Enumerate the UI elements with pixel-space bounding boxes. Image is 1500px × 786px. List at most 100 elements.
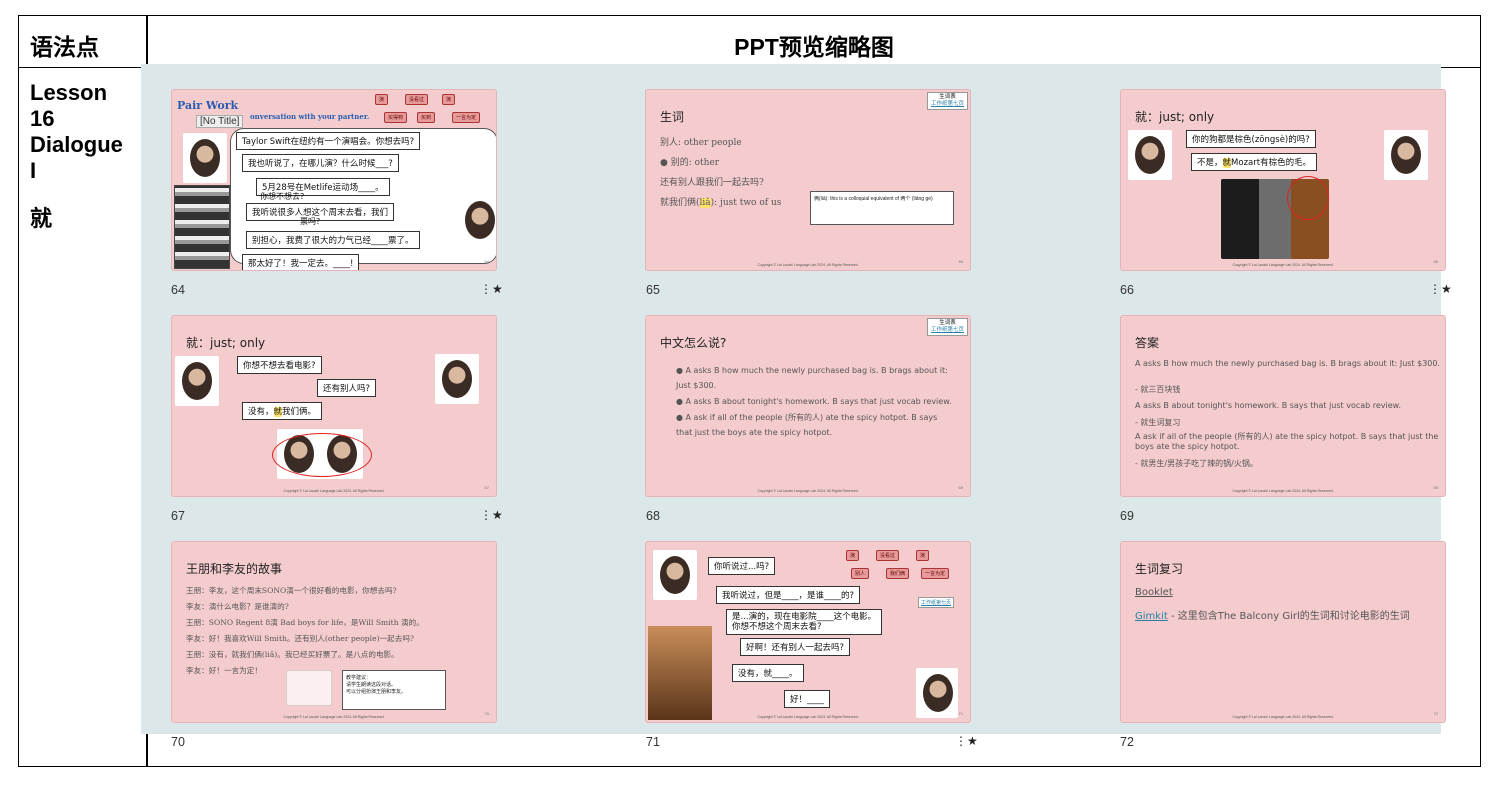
slide-thumbnail-70[interactable]: 王朋和李友的故事 王朋：李友，这个周末SONO演一个很好看的电影，你想去吗? 李… [171, 541, 497, 723]
slide-thumbnail-69[interactable]: 答案 A asks B how much the newly purchased… [1120, 315, 1446, 497]
star-icon[interactable]: ⋮★ [955, 734, 978, 748]
bullet-text: A ask if all of the people (所有的人) ate th… [676, 413, 938, 437]
gimkit-line: Gimkit - 这里包含The Balcony Girl的生词和讨论电影的生词 [1135, 607, 1410, 622]
concert-poster-image [174, 185, 230, 269]
slide-caption-number: 65 [646, 283, 660, 297]
worksheet-link[interactable]: 工作纸第七页 [931, 327, 964, 334]
slide-caption-number: 69 [1120, 509, 1134, 523]
slide-footer: Copyright © Lai Laoshi Language Lab 2024… [1232, 489, 1334, 493]
worksheet-link[interactable]: 工作纸第七页 [918, 597, 955, 608]
worksheet-link-text[interactable]: 工作纸第七页 [921, 600, 951, 606]
note-line: 可以分组扮演王朋和李友。 [346, 689, 407, 695]
answer-line: - 就三百块钱 [1135, 385, 1181, 394]
slide-thumbnail-67[interactable]: 就：just; only 你想不想去看电影? 还有别人吗? 没有，就我们俩。 C… [171, 315, 497, 497]
slide-number: 64 [484, 259, 489, 264]
answer-line: - 就男生/男孩子吃了辣的锅/火锅。 [1135, 459, 1258, 468]
word-button[interactable]: 演 [375, 94, 389, 105]
word-button[interactable]: 买到 [417, 112, 436, 123]
dialogue-bubble: 我也听说了，在哪儿演？什么时候___? [242, 154, 399, 172]
dialogue-bubble: Taylor Swift在纽约有一个演唱会。你想去吗? [236, 132, 421, 150]
word-button[interactable]: 我们俩 [886, 568, 910, 579]
dialogue-bubble: 我听说过，但是____，是谁____的? [716, 586, 861, 604]
note-box: 俩(liǎ): this is a colloquial equivalent … [810, 191, 954, 225]
word-button[interactable]: 演 [846, 550, 860, 561]
slide-subtitle: onversation with your partner. [250, 112, 370, 121]
slide-title: 生词 [660, 110, 685, 124]
dialogue-bubble: 你想不想去看电影? [237, 356, 322, 374]
avatar [435, 354, 479, 404]
slide-thumbnail-65[interactable]: 生词 生词表 工作纸第七页 别人: other people ● 别的: oth… [645, 89, 971, 271]
slide-footer: Copyright © Lai Laoshi Language Lab 2024… [283, 489, 385, 493]
slide-thumbnail-66[interactable]: 就：just; only 你的狗都是棕色(zōngsè)的吗? 不是，就Moza… [1120, 89, 1446, 271]
tag-line: 生词表 [939, 94, 956, 100]
dialogue-bubble: 你听说过...吗? [708, 557, 776, 575]
slide-thumbnail-71[interactable]: 演 没看过 演 别人 我们俩 一言为定 工作纸第七页 你听说过...吗? 我听说… [645, 541, 971, 723]
star-icon[interactable]: ⋮★ [480, 508, 503, 522]
vocab-line-text: 别的: other [670, 158, 720, 168]
gimkit-description: - 这里包含The Balcony Girl的生词和讨论电影的生词 [1167, 611, 1410, 622]
slide-caption-number: 70 [171, 735, 185, 749]
bullet-text: A asks B about tonight's homework. B say… [685, 397, 952, 406]
slide-number: 67 [484, 485, 489, 490]
vocab-line: 别人: other people [660, 138, 742, 148]
vocab-tag[interactable]: 生词表 工作纸第七页 [926, 92, 968, 110]
answer-line: A ask if all of the people (所有的人) ate th… [1135, 432, 1439, 451]
word-button[interactable]: 买得到 [384, 112, 408, 123]
story-line: 李友：演什么电影？是谁演的? [186, 602, 289, 611]
avatar [462, 195, 496, 245]
vocab-line: ● 别的: other [660, 158, 720, 168]
header-ppt-preview: PPT预览缩略图 [734, 34, 894, 60]
vocab-line: 就我们俩(liǎ): just two of us [660, 195, 781, 208]
word-button[interactable]: 演 [916, 550, 930, 561]
slide-title: 就：just; only [186, 336, 266, 350]
handshake-icon [286, 670, 332, 706]
bullet-item: ● A ask if all of the people (所有的人) ate … [676, 413, 938, 437]
answer-line: - 就生词复习 [1135, 418, 1181, 427]
vocab-tag[interactable]: 生词表 工作纸第七页 [926, 318, 968, 336]
slide-title: 生词复习 [1135, 562, 1184, 576]
story-line: 李友：好！一言为定！ [186, 666, 262, 675]
highlight-circle [272, 433, 372, 477]
avatar [183, 133, 227, 183]
bubble-text: 我们俩。 [282, 407, 317, 417]
avatar [1384, 130, 1428, 180]
story-line: 李友：好！我喜欢Will Smith。还有别人(other people)一起去… [186, 634, 414, 643]
slide-caption-number: 71 [646, 735, 660, 749]
avatar [653, 550, 697, 600]
slide-caption-number: 72 [1120, 735, 1134, 749]
answer-line: A asks B how much the newly purchased ba… [1135, 359, 1441, 368]
answer-line: A asks B about tonight's homework. B say… [1135, 401, 1402, 410]
avatar [916, 668, 958, 718]
avatar [175, 356, 219, 406]
dialogue-bubble: 好！____ [784, 690, 831, 708]
slide-title: 就：just; only [1135, 110, 1215, 124]
worksheet-link[interactable]: 工作纸第七页 [931, 101, 964, 108]
slide-number: 71 [958, 711, 963, 716]
word-button[interactable]: 别人 [851, 568, 870, 579]
dialogue-bubble: 你的狗都是棕色(zōngsè)的吗? [1186, 130, 1316, 148]
no-title-tooltip: [No Title] [196, 115, 244, 128]
gimkit-link[interactable]: Gimkit [1135, 611, 1168, 622]
slide-thumbnail-68[interactable]: 中文怎么说? 生词表 工作纸第七页 ● A asks B how much th… [645, 315, 971, 497]
dialogue-bubble: 不是，就Mozart有棕色的毛。 [1191, 153, 1318, 171]
dialogue-bubble: 没有，就我们俩。 [242, 402, 323, 420]
slide-caption-number: 68 [646, 509, 660, 523]
word-button[interactable]: 没看过 [876, 550, 900, 561]
star-icon[interactable]: ⋮★ [480, 282, 503, 296]
bullet-text: A asks B how much the newly purchased ba… [676, 366, 948, 390]
word-button[interactable]: 演 [442, 94, 456, 105]
booklet-link[interactable]: Booklet [1135, 587, 1173, 598]
grammar-point-label: 就 [30, 206, 53, 231]
slide-footer: Copyright © Lai Laoshi Language Lab 2024… [757, 489, 859, 493]
word-button[interactable]: 没看过 [405, 94, 429, 105]
word-button[interactable]: 一言为定 [921, 568, 950, 579]
slide-thumbnail-72[interactable]: 生词复习 Booklet Gimkit - 这里包含The Balcony Gi… [1120, 541, 1446, 723]
bubble-text: 你想不想这个周末去看? [732, 622, 822, 632]
star-icon[interactable]: ⋮★ [1429, 282, 1452, 296]
slide-thumbnail-64[interactable]: Pair Work onversation with your partner.… [171, 89, 497, 271]
word-button[interactable]: 一言为定 [452, 112, 481, 123]
dialogue-bubble: 别担心，我费了很大的力气已经____票了。 [246, 231, 420, 249]
slide-footer: Copyright © Lai Laoshi Language Lab 2024… [1232, 715, 1334, 719]
dialogue-line: 你想不想去? [260, 192, 305, 201]
slide-caption-number: 66 [1120, 283, 1134, 297]
